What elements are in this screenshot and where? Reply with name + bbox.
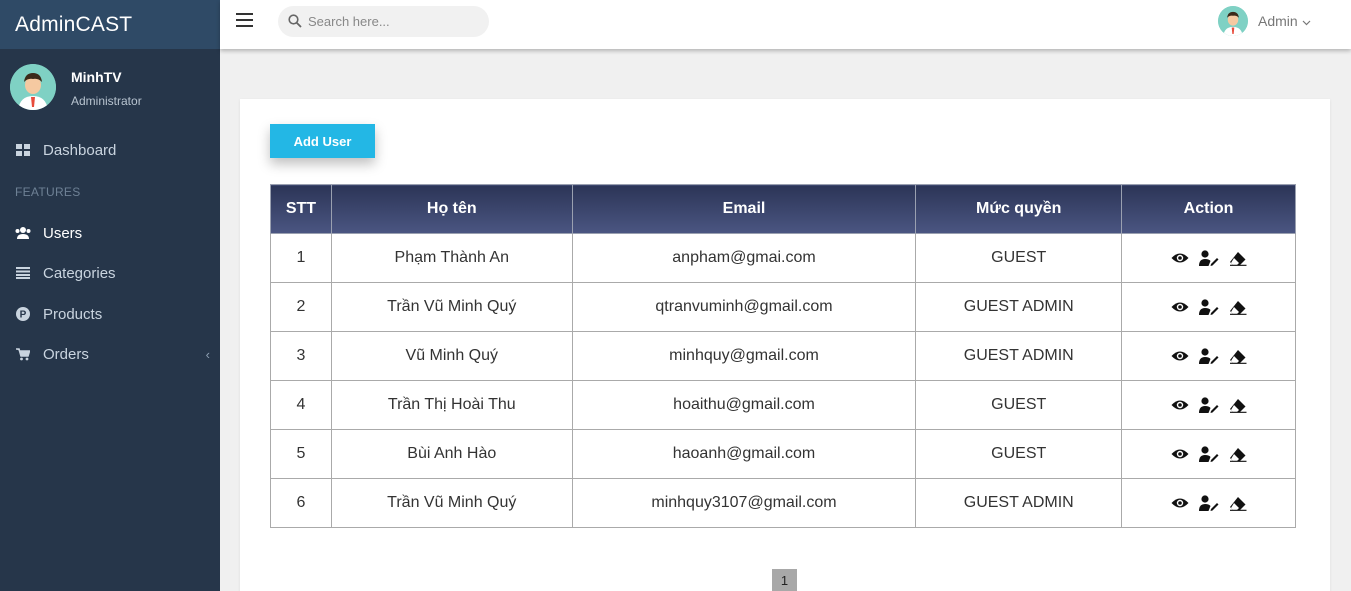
cell-role: GUEST xyxy=(915,380,1123,430)
cell-name: Vũ Minh Quý xyxy=(330,331,573,381)
brand[interactable]: AdminCAST xyxy=(0,0,220,49)
column-header: Họ tên xyxy=(330,184,573,234)
cell-email: hoaithu@gmail.com xyxy=(571,380,917,430)
cell-stt: 3 xyxy=(270,331,332,381)
cell-role: GUEST xyxy=(915,233,1123,283)
cell-email: anpham@gmai.com xyxy=(571,233,917,283)
eraser-icon[interactable] xyxy=(1228,445,1248,463)
sidebar-item-label: Users xyxy=(43,224,83,242)
cell-stt: 5 xyxy=(270,429,332,479)
header-avatar-icon[interactable] xyxy=(1218,6,1248,36)
cell-actions xyxy=(1121,380,1296,430)
view-icon[interactable] xyxy=(1170,298,1190,316)
edit-user-icon[interactable] xyxy=(1198,494,1219,512)
eraser-icon[interactable] xyxy=(1228,249,1248,267)
sidebar-item-categories[interactable]: Categories xyxy=(0,255,220,291)
table-row: 5 Bùi Anh Hào haoanh@gmail.com GUEST xyxy=(270,429,1296,479)
cell-name: Trần Vũ Minh Quý xyxy=(330,478,573,528)
brand-title: AdminCAST xyxy=(15,12,133,36)
cell-actions xyxy=(1121,429,1296,479)
cell-role: GUEST ADMIN xyxy=(915,331,1123,381)
sidebar-item-products[interactable]: P Products xyxy=(0,296,220,332)
cell-stt: 2 xyxy=(270,282,332,332)
search-icon xyxy=(288,14,302,33)
cell-actions xyxy=(1121,233,1296,283)
sidebar-item-label: Categories xyxy=(43,264,116,282)
user-role: Administrator xyxy=(71,94,142,108)
sidebar-item-users[interactable]: Users xyxy=(0,215,220,251)
cell-role: GUEST ADMIN xyxy=(915,478,1123,528)
edit-user-icon[interactable] xyxy=(1198,445,1219,463)
search-input[interactable] xyxy=(308,12,478,31)
edit-user-icon[interactable] xyxy=(1198,347,1219,365)
nav-heading: FEATURES xyxy=(15,185,81,199)
search-box xyxy=(278,6,489,37)
user-avatar-icon xyxy=(10,64,56,110)
table-row: 1 Phạm Thành An anpham@gmai.com GUEST xyxy=(270,233,1296,283)
eraser-icon[interactable] xyxy=(1228,347,1248,365)
table-row: 2 Trần Vũ Minh Quý qtranvuminh@gmail.com… xyxy=(270,282,1296,332)
users-icon xyxy=(15,225,31,241)
table-row: 4 Trần Thị Hoài Thu hoaithu@gmail.com GU… xyxy=(270,380,1296,430)
eraser-icon[interactable] xyxy=(1228,298,1248,316)
eraser-icon[interactable] xyxy=(1228,494,1248,512)
sidebar-item-label: Dashboard xyxy=(43,141,117,159)
sidebar-item-dashboard[interactable]: Dashboard xyxy=(0,132,220,168)
column-header: Email xyxy=(571,184,917,234)
cell-actions xyxy=(1121,478,1296,528)
table-row: 6 Trần Vũ Minh Quý minhquy3107@gmail.com… xyxy=(270,478,1296,528)
column-header: Action xyxy=(1121,184,1296,234)
users-card: Add User STT Họ tên Email Mức quyền Acti… xyxy=(240,99,1330,591)
cell-actions xyxy=(1121,282,1296,332)
sidebar-item-label: Products xyxy=(43,305,103,323)
view-icon[interactable] xyxy=(1170,445,1190,463)
chevron-left-icon: ‹ xyxy=(205,346,210,362)
cell-name: Phạm Thành An xyxy=(330,233,573,283)
cell-name: Trần Vũ Minh Quý xyxy=(330,282,573,332)
eraser-icon[interactable] xyxy=(1228,396,1248,414)
cell-email: minhquy@gmail.com xyxy=(571,331,917,381)
cell-stt: 1 xyxy=(270,233,332,283)
column-header: STT xyxy=(270,184,332,234)
edit-user-icon[interactable] xyxy=(1198,298,1219,316)
column-header: Mức quyền xyxy=(915,184,1123,234)
user-menu[interactable]: Admin xyxy=(1258,13,1311,29)
sidebar-item-orders[interactable]: Orders ‹ xyxy=(0,336,220,372)
pagination-page[interactable]: 1 xyxy=(772,569,797,591)
table-row: 3 Vũ Minh Quý minhquy@gmail.com GUEST AD… xyxy=(270,331,1296,381)
cell-stt: 6 xyxy=(270,478,332,528)
sidebar: AdminCAST MinhTV Administrator Dashboard… xyxy=(0,0,220,591)
top-header: Admin xyxy=(220,0,1351,49)
sidebar-user: MinhTV Administrator xyxy=(0,49,220,129)
add-user-button[interactable]: Add User xyxy=(270,124,375,158)
cell-role: GUEST xyxy=(915,429,1123,479)
menu-toggle-icon[interactable] xyxy=(236,13,253,27)
edit-user-icon[interactable] xyxy=(1198,249,1219,267)
cell-email: qtranvuminh@gmail.com xyxy=(571,282,917,332)
cell-email: haoanh@gmail.com xyxy=(571,429,917,479)
cart-icon xyxy=(15,346,31,362)
table-header-row: STT Họ tên Email Mức quyền Action xyxy=(270,184,1296,234)
dashboard-icon xyxy=(15,142,31,158)
cell-name: Bùi Anh Hào xyxy=(330,429,573,479)
chevron-down-icon xyxy=(1302,13,1311,29)
cell-stt: 4 xyxy=(270,380,332,430)
cell-name: Trần Thị Hoài Thu xyxy=(330,380,573,430)
user-menu-label: Admin xyxy=(1258,13,1298,29)
cell-role: GUEST ADMIN xyxy=(915,282,1123,332)
list-icon xyxy=(15,265,31,281)
cell-actions xyxy=(1121,331,1296,381)
view-icon[interactable] xyxy=(1170,494,1190,512)
sidebar-item-label: Orders xyxy=(43,345,89,363)
user-name: MinhTV xyxy=(71,69,122,85)
product-icon: P xyxy=(15,306,31,322)
view-icon[interactable] xyxy=(1170,396,1190,414)
users-table: STT Họ tên Email Mức quyền Action 1 Phạm… xyxy=(270,184,1296,528)
view-icon[interactable] xyxy=(1170,249,1190,267)
edit-user-icon[interactable] xyxy=(1198,396,1219,414)
svg-text:P: P xyxy=(20,310,27,321)
view-icon[interactable] xyxy=(1170,347,1190,365)
cell-email: minhquy3107@gmail.com xyxy=(571,478,917,528)
